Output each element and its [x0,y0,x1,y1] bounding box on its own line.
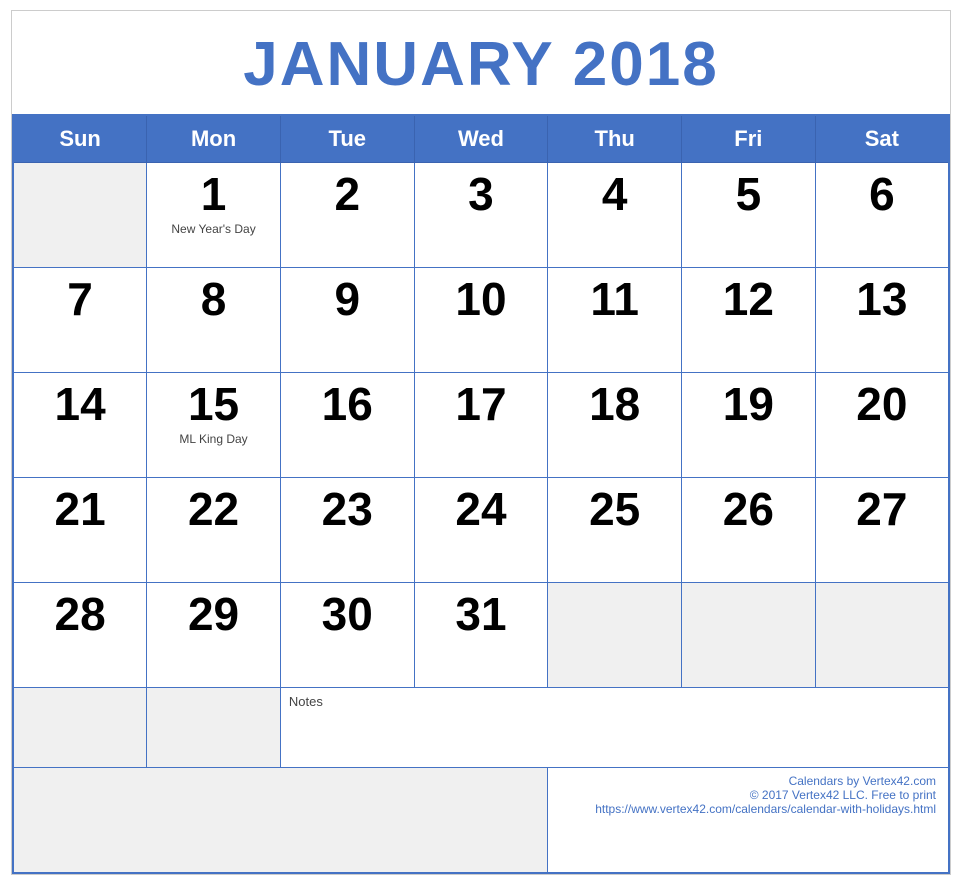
day-cell: 21 [13,478,147,583]
day-number: 29 [188,589,239,640]
day-cell [548,583,682,688]
footer-text-cell: Calendars by Vertex42.com© 2017 Vertex42… [548,768,949,873]
day-cell [682,583,816,688]
day-cell: 16 [280,373,414,478]
day-header-thu: Thu [548,115,682,163]
week-row-5: 28 29 30 31 [13,583,949,688]
day-cell: 23 [280,478,414,583]
day-number: 11 [590,274,639,325]
week-row-3: 14 15 ML King Day 16 17 18 19 20 [13,373,949,478]
day-number: 6 [869,169,895,220]
day-cell: 11 [548,268,682,373]
day-number: 20 [856,379,907,430]
footer-link: https://www.vertex42.com/calendars/calen… [595,802,936,816]
day-cell: 9 [280,268,414,373]
day-header-tue: Tue [280,115,414,163]
day-number: 12 [723,274,774,325]
holiday-label: ML King Day [179,432,247,446]
footer-row: Calendars by Vertex42.com© 2017 Vertex42… [13,768,949,873]
notes-row: Notes [13,688,949,768]
day-header-sat: Sat [815,115,949,163]
day-number: 10 [455,274,506,325]
day-header-fri: Fri [682,115,816,163]
day-cell: 10 [414,268,548,373]
day-number: 5 [736,169,762,220]
day-cell: 1 New Year's Day [147,163,281,268]
day-header-wed: Wed [414,115,548,163]
day-number: 23 [322,484,373,535]
day-header-sun: Sun [13,115,147,163]
day-number: 18 [589,379,640,430]
day-cell: 25 [548,478,682,583]
day-cell: 8 [147,268,281,373]
day-number: 22 [188,484,239,535]
day-number: 28 [55,589,106,640]
day-cell: 28 [13,583,147,688]
day-cell: 17 [414,373,548,478]
day-cell: 13 [815,268,949,373]
calendar-grid: SunMonTueWedThuFriSat 1New Year's Day234… [12,114,950,874]
day-number: 2 [334,169,360,220]
day-number: 17 [455,379,506,430]
day-cell: 22 [147,478,281,583]
day-number: 25 [589,484,640,535]
day-cell: 6 [815,163,949,268]
day-number: 26 [723,484,774,535]
day-cell: 19 [682,373,816,478]
notes-empty-cell [13,688,147,768]
day-cell: 15 ML King Day [147,373,281,478]
day-cell: 4 [548,163,682,268]
day-number: 30 [322,589,373,640]
notes-cell: Notes [280,688,949,768]
day-cell: 2 [280,163,414,268]
day-cell [815,583,949,688]
day-number: 24 [455,484,506,535]
day-cell: 29 [147,583,281,688]
day-cell: 24 [414,478,548,583]
week-row-1: 1 New Year's Day 2 3 4 5 6 [13,163,949,268]
day-cell [13,163,147,268]
notes-empty-cell [147,688,281,768]
calendar-title: JANUARY 2018 [12,11,950,114]
day-number: 9 [334,274,360,325]
day-header-mon: Mon [147,115,281,163]
day-number: 21 [55,484,106,535]
day-number: 3 [468,169,494,220]
holiday-label: New Year's Day [171,222,255,236]
calendar-container: JANUARY 2018 SunMonTueWedThuFriSat 1 New … [11,10,951,875]
day-cell: 27 [815,478,949,583]
day-headers-row: SunMonTueWedThuFriSat [13,115,949,163]
week-row-4: 21 22 23 24 25 26 27 [13,478,949,583]
day-cell: 3 [414,163,548,268]
day-number: 8 [201,274,227,325]
day-cell: 5 [682,163,816,268]
day-number: 4 [602,169,628,220]
day-cell: 26 [682,478,816,583]
day-number: 19 [723,379,774,430]
day-cell: 14 [13,373,147,478]
notes-label: Notes [289,694,940,709]
day-number: 27 [856,484,907,535]
day-cell: 18 [548,373,682,478]
day-cell: 7 [13,268,147,373]
day-number: 15 [188,379,239,430]
day-cell: 30 [280,583,414,688]
day-number: 14 [55,379,106,430]
day-cell: 31 [414,583,548,688]
week-row-2: 7 8 9 10 11 12 13 [13,268,949,373]
day-cell: 12 [682,268,816,373]
day-number: 7 [67,274,93,325]
day-number: 1 [201,169,227,220]
day-number: 16 [322,379,373,430]
day-number: 13 [856,274,907,325]
footer-text: Calendars by Vertex42.com© 2017 Vertex42… [560,774,936,816]
footer-empty-cell [13,768,548,873]
day-number: 31 [455,589,506,640]
day-cell: 20 [815,373,949,478]
